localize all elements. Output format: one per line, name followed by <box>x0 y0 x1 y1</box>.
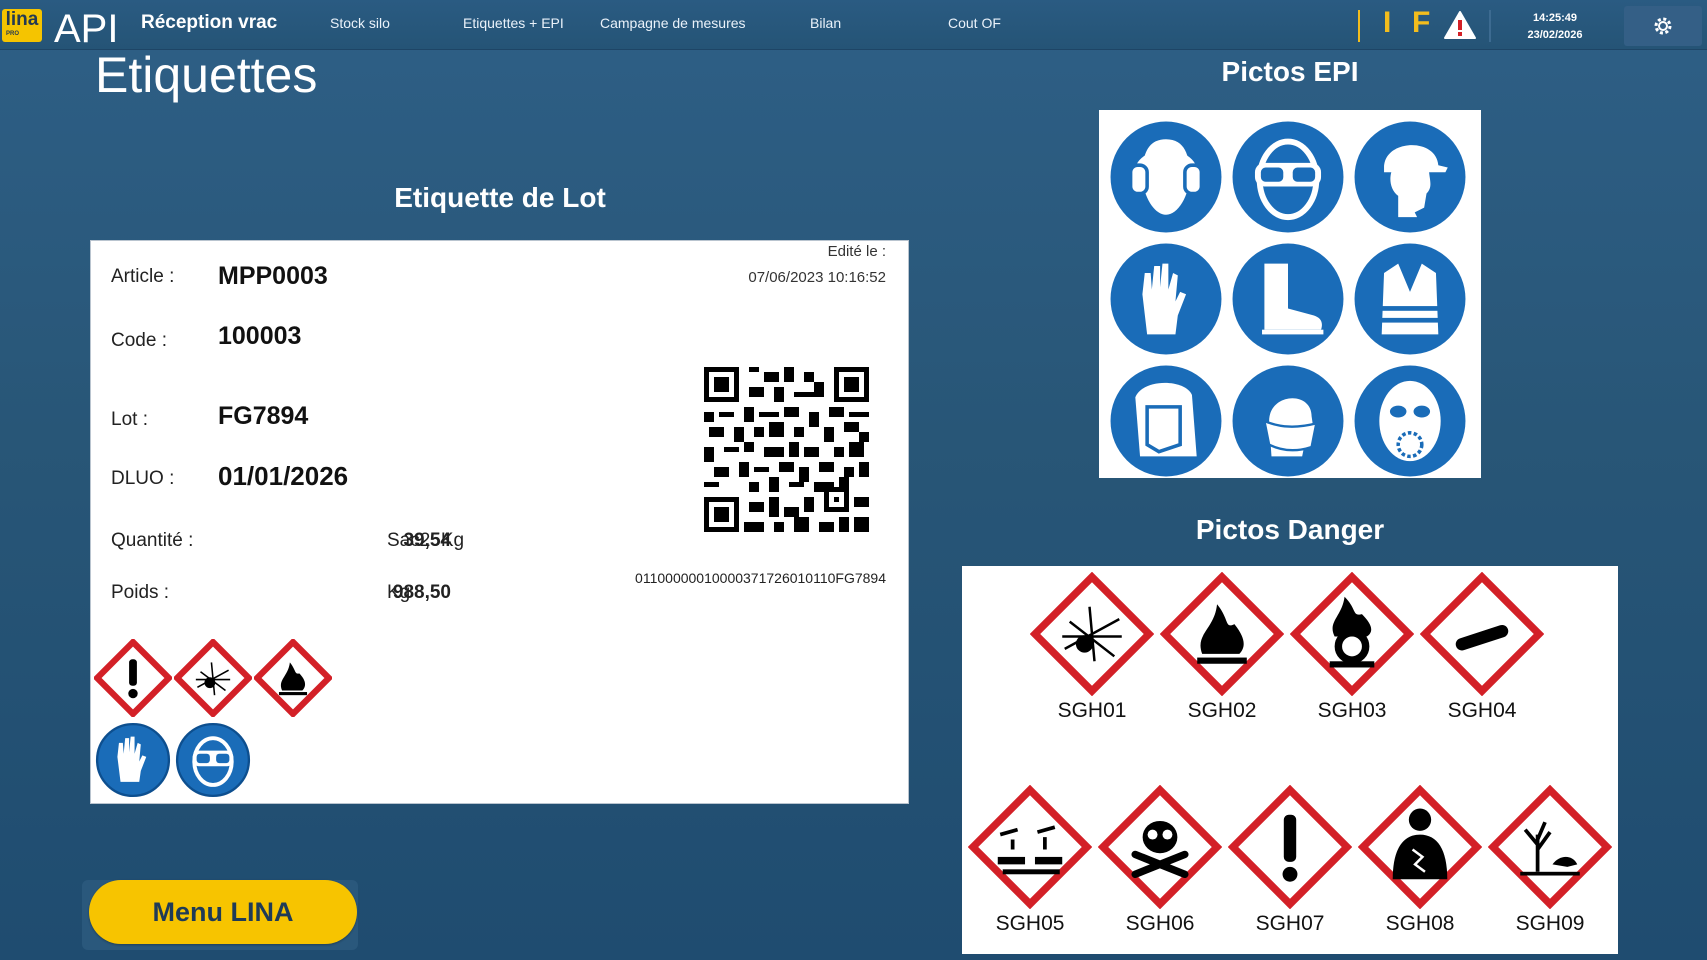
divider <box>1358 10 1360 42</box>
quantity-label: Quantité : <box>111 530 194 551</box>
lot-value: FG7894 <box>218 402 309 430</box>
nav-campagne-mesures[interactable]: Campagne de mesures <box>600 15 746 31</box>
oxidizing-flame-icon <box>1289 571 1415 697</box>
gloves-icon <box>95 722 171 798</box>
lina-logo: lina PRO <box>2 9 42 42</box>
epi-pictos-panel <box>1099 110 1481 478</box>
indicator-f[interactable]: F <box>1412 6 1430 40</box>
exclamation-icon <box>1227 784 1353 910</box>
article-label: Article : <box>111 266 175 287</box>
edited-caption: Edité le : <box>827 243 886 260</box>
edited-date: 07/06/2023 10:16:52 <box>748 269 886 286</box>
goggles-icon <box>175 722 251 798</box>
nav-bilan[interactable]: Bilan <box>810 15 841 31</box>
flame-icon <box>254 639 332 717</box>
nav-stock-silo[interactable]: Stock silo <box>330 15 390 31</box>
sgh04-picto[interactable]: SGH04 <box>1419 571 1545 723</box>
top-bar: lina PRO API Réception vrac Stock silo Et… <box>0 0 1707 50</box>
clock-time: 14:25:49 <box>1532 12 1578 24</box>
sgh01-picto[interactable]: SGH01 <box>1029 571 1155 723</box>
lot-label: Lot : <box>111 409 148 430</box>
sgh09-picto[interactable]: SGH09 <box>1487 784 1613 936</box>
goggles-icon[interactable] <box>1229 118 1347 236</box>
settings-button[interactable] <box>1624 6 1702 46</box>
api-logo: API <box>54 7 118 46</box>
nav-cout-of[interactable]: Cout OF <box>948 15 1001 31</box>
danger-pictos-panel: SGH01 SGH02 SGH03 SGH04 SGH05 SGH06 SGH0… <box>962 566 1618 954</box>
weight-unit: Kg <box>387 582 411 603</box>
weight-label: Poids : <box>111 582 170 603</box>
face-shield-icon[interactable] <box>1107 362 1225 480</box>
gear-icon <box>1654 17 1672 35</box>
helmet-icon[interactable] <box>1351 118 1469 236</box>
sgh08-picto[interactable]: SGH08 <box>1357 784 1483 936</box>
dust-mask-icon[interactable] <box>1229 362 1347 480</box>
quantity-unit: Sac25Kg <box>387 530 465 551</box>
sgh02-picto[interactable]: SGH02 <box>1159 571 1285 723</box>
gas-cylinder-icon <box>1419 571 1545 697</box>
respirator-icon[interactable] <box>1351 362 1469 480</box>
sgh07-picto[interactable]: SGH07 <box>1227 784 1353 936</box>
corrosive-icon <box>967 784 1093 910</box>
svg-text:API: API <box>54 7 118 46</box>
dluo-label: DLUO : <box>111 468 175 489</box>
exclamation-icon <box>94 639 172 717</box>
safety-boots-icon[interactable] <box>1229 240 1347 358</box>
ear-protection-icon[interactable] <box>1107 118 1225 236</box>
environment-icon <box>1487 784 1613 910</box>
indicator-i[interactable]: I <box>1383 6 1391 40</box>
lot-label-heading: Etiquette de Lot <box>394 182 606 213</box>
hi-vis-vest-icon[interactable] <box>1351 240 1469 358</box>
divider <box>1489 10 1491 42</box>
sgh05-picto[interactable]: SGH05 <box>967 784 1093 936</box>
flame-icon <box>1159 571 1285 697</box>
article-value: MPP0003 <box>218 262 328 290</box>
dluo-value: 01/01/2026 <box>218 461 349 491</box>
danger-heading: Pictos Danger <box>1195 514 1385 545</box>
page-title: Etiquettes <box>95 47 318 103</box>
menu-lina-button[interactable]: Menu LINA <box>89 880 357 944</box>
explosive-icon <box>174 639 252 717</box>
gloves-icon[interactable] <box>1107 240 1225 358</box>
barcode-text: 01100000010000371726010110FG7894 <box>635 570 886 586</box>
code-value: 100003 <box>218 322 302 350</box>
skull-icon <box>1097 784 1223 910</box>
lot-label-card: Edité le : 07/06/2023 10:16:52 Article :… <box>90 240 909 804</box>
clock-date: 23/02/2026 <box>1527 29 1583 41</box>
health-hazard-icon <box>1357 784 1483 910</box>
warning-icon[interactable] <box>1443 10 1477 40</box>
epi-heading: Pictos EPI <box>1221 56 1359 87</box>
app-title: Réception vrac <box>141 12 278 33</box>
clock: 14:25:49 23/02/2026 <box>1512 10 1598 44</box>
sgh03-picto[interactable]: SGH03 <box>1289 571 1415 723</box>
sgh06-picto[interactable]: SGH06 <box>1097 784 1223 936</box>
nav-etiquettes-epi[interactable]: Etiquettes + EPI <box>463 15 564 31</box>
code-label: Code : <box>111 330 167 351</box>
explosive-icon <box>1029 571 1155 697</box>
qr-code <box>704 367 869 532</box>
